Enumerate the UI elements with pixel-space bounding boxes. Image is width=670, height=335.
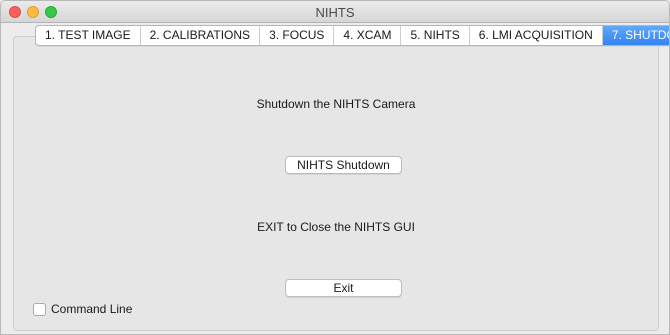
tab-focus[interactable]: 3. FOCUS <box>260 26 335 45</box>
tab-xcam[interactable]: 4. XCAM <box>334 26 402 45</box>
app-window: NIHTS 1. TEST IMAGE 2. CALIBRATIONS 3. F… <box>0 0 670 335</box>
tab-shutdown[interactable]: 7. SHUTDOWN <box>602 26 669 45</box>
tab-lmi-acquisition[interactable]: 6. LMI ACQUISITION <box>470 26 603 45</box>
title-bar: NIHTS <box>1 1 669 23</box>
tab-test-image[interactable]: 1. TEST IMAGE <box>36 26 141 45</box>
command-line-label: Command Line <box>51 302 133 316</box>
window-title: NIHTS <box>315 5 355 20</box>
tab-bar: 1. TEST IMAGE 2. CALIBRATIONS 3. FOCUS 4… <box>35 25 669 46</box>
tab-calibrations[interactable]: 2. CALIBRATIONS <box>141 26 261 45</box>
command-line-checkbox[interactable] <box>33 302 46 316</box>
nihts-shutdown-button[interactable]: NIHTS Shutdown <box>285 156 402 174</box>
exit-heading: EXIT to Close the NIHTS GUI <box>257 220 415 234</box>
command-line-option[interactable]: Command Line <box>33 301 132 317</box>
tab-nihts[interactable]: 5. NIHTS <box>401 26 470 45</box>
shutdown-camera-heading: Shutdown the NIHTS Camera <box>256 97 416 111</box>
exit-button[interactable]: Exit <box>285 279 402 297</box>
